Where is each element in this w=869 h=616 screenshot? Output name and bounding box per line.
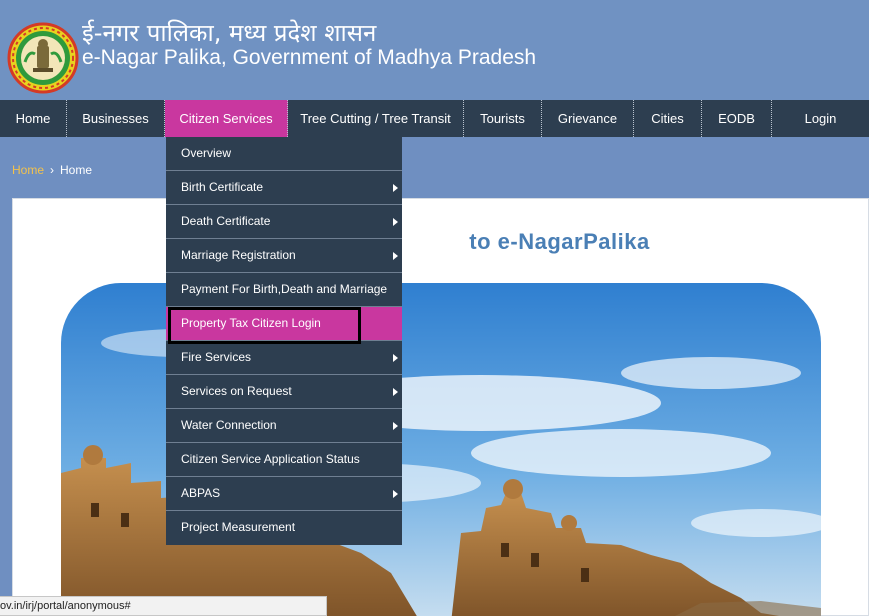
- browser-status-bar: ov.in/irj/portal/anonymous#: [0, 596, 327, 616]
- dropdown-item-abpas[interactable]: ABPAS: [166, 477, 402, 511]
- breadcrumb-separator: ›: [50, 163, 55, 177]
- dropdown-item-death-certificate[interactable]: Death Certificate: [166, 205, 402, 239]
- focus-outline: [168, 307, 361, 344]
- dropdown-item-label: Marriage Registration: [181, 248, 296, 262]
- nav-item-login[interactable]: Login: [772, 100, 869, 137]
- welcome-heading-text: to e-NagarPalika: [469, 229, 650, 254]
- breadcrumb-current: Home: [60, 163, 93, 177]
- dropdown-item-label: Payment For Birth,Death and Marriage: [181, 282, 388, 296]
- dropdown-item-label: Fire Services: [181, 350, 252, 364]
- dropdown-item-services-on-request[interactable]: Services on Request: [166, 375, 402, 409]
- breadcrumb-home-link[interactable]: Home: [12, 163, 44, 177]
- site-title-english: e-Nagar Palika, Government of Madhya Pra…: [82, 46, 537, 69]
- dropdown-item-marriage-registration[interactable]: Marriage Registration: [166, 239, 402, 273]
- site-title-hindi: ई-नगर पालिका, मध्य प्रदेश शासन: [82, 19, 377, 47]
- dropdown-item-label: Project Measurement: [181, 520, 296, 534]
- submenu-arrow-icon: [393, 490, 398, 498]
- nav-item-cities[interactable]: Cities: [634, 100, 702, 137]
- nav-item-tourists[interactable]: Tourists: [464, 100, 542, 137]
- submenu-arrow-icon: [393, 422, 398, 430]
- dropdown-item-label: Birth Certificate: [181, 180, 264, 194]
- dropdown-item-project-measurement[interactable]: Project Measurement: [166, 511, 402, 545]
- dropdown-item-payment-birth-death-marriage[interactable]: Payment For Birth,Death and Marriage: [166, 273, 402, 307]
- nav-item-eodb[interactable]: EODB: [702, 100, 772, 137]
- dropdown-item-label: Overview: [181, 146, 232, 160]
- submenu-arrow-icon: [393, 218, 398, 226]
- welcome-heading: to e-NagarPalika: [13, 229, 869, 255]
- submenu-arrow-icon: [393, 354, 398, 362]
- dropdown-item-label: Services on Request: [181, 384, 292, 398]
- dropdown-item-label: Citizen Service Application Status: [181, 452, 360, 466]
- nav-item-businesses[interactable]: Businesses: [67, 100, 165, 137]
- dropdown-item-water-connection[interactable]: Water Connection: [166, 409, 402, 443]
- dropdown-item-birth-certificate[interactable]: Birth Certificate: [166, 171, 402, 205]
- dropdown-item-application-status[interactable]: Citizen Service Application Status: [166, 443, 402, 477]
- nav-item-tree-cutting[interactable]: Tree Cutting / Tree Transit: [288, 100, 464, 137]
- nav-item-home[interactable]: Home: [0, 100, 67, 137]
- dropdown-item-overview[interactable]: Overview: [166, 137, 402, 171]
- main-navigation: Home Businesses Citizen Services Tree Cu…: [0, 100, 869, 137]
- dropdown-item-label: ABPAS: [181, 486, 221, 500]
- main-content: to e-NagarPalika: [12, 198, 869, 616]
- submenu-arrow-icon: [393, 184, 398, 192]
- dropdown-item-label: Death Certificate: [181, 214, 271, 228]
- mp-government-emblem-icon[interactable]: [7, 22, 79, 94]
- nav-item-grievance[interactable]: Grievance: [542, 100, 634, 137]
- submenu-arrow-icon: [393, 252, 398, 260]
- breadcrumb: Home › Home: [12, 163, 92, 177]
- dropdown-item-label: Water Connection: [181, 418, 277, 432]
- site-header: ई-नगर पालिका, मध्य प्रदेश शासन e-Nagar P…: [0, 0, 869, 100]
- dropdown-item-fire-services[interactable]: Fire Services: [166, 341, 402, 375]
- submenu-arrow-icon: [393, 388, 398, 396]
- nav-item-citizen-services[interactable]: Citizen Services: [165, 100, 288, 137]
